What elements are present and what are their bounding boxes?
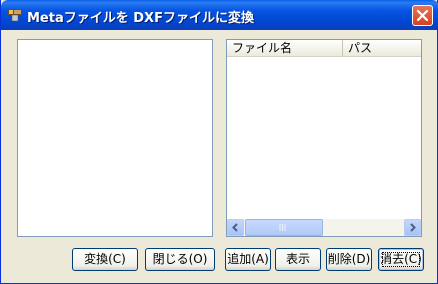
scroll-left-button[interactable] bbox=[227, 219, 244, 236]
file-list-view[interactable]: ファイル名 パス bbox=[226, 39, 422, 237]
focus-rect bbox=[382, 252, 420, 267]
close-window-button[interactable] bbox=[412, 5, 433, 26]
arrow-right-icon bbox=[410, 223, 416, 232]
arrow-left-icon bbox=[232, 223, 238, 232]
scroll-right-button[interactable] bbox=[404, 219, 421, 236]
column-header-filename[interactable]: ファイル名 bbox=[227, 40, 343, 56]
add-button[interactable]: 追加(A) bbox=[225, 248, 271, 271]
column-header-path[interactable]: パス bbox=[343, 40, 421, 56]
app-icon bbox=[7, 8, 23, 22]
convert-button[interactable]: 変換(C) bbox=[72, 248, 138, 271]
clear-button[interactable]: 消去(C) bbox=[378, 248, 424, 271]
delete-button[interactable]: 削除(D) bbox=[326, 248, 372, 271]
file-listbox[interactable] bbox=[17, 39, 213, 237]
grip-icon bbox=[279, 224, 286, 231]
horizontal-scrollbar[interactable] bbox=[227, 219, 421, 236]
window-title: Metaファイルを DXFファイルに変換 bbox=[27, 11, 254, 26]
scroll-thumb[interactable] bbox=[245, 219, 323, 236]
title-bar[interactable]: Metaファイルを DXFファイルに変換 bbox=[1, 0, 438, 30]
list-header: ファイル名 パス bbox=[227, 40, 421, 57]
dialog-window: Metaファイルを DXFファイルに変換 ファイル名 パス 変換(C) 閉じる(… bbox=[0, 0, 438, 284]
display-button[interactable]: 表示 bbox=[275, 248, 321, 271]
close-icon bbox=[416, 9, 429, 22]
close-button[interactable]: 閉じる(O) bbox=[145, 248, 215, 271]
